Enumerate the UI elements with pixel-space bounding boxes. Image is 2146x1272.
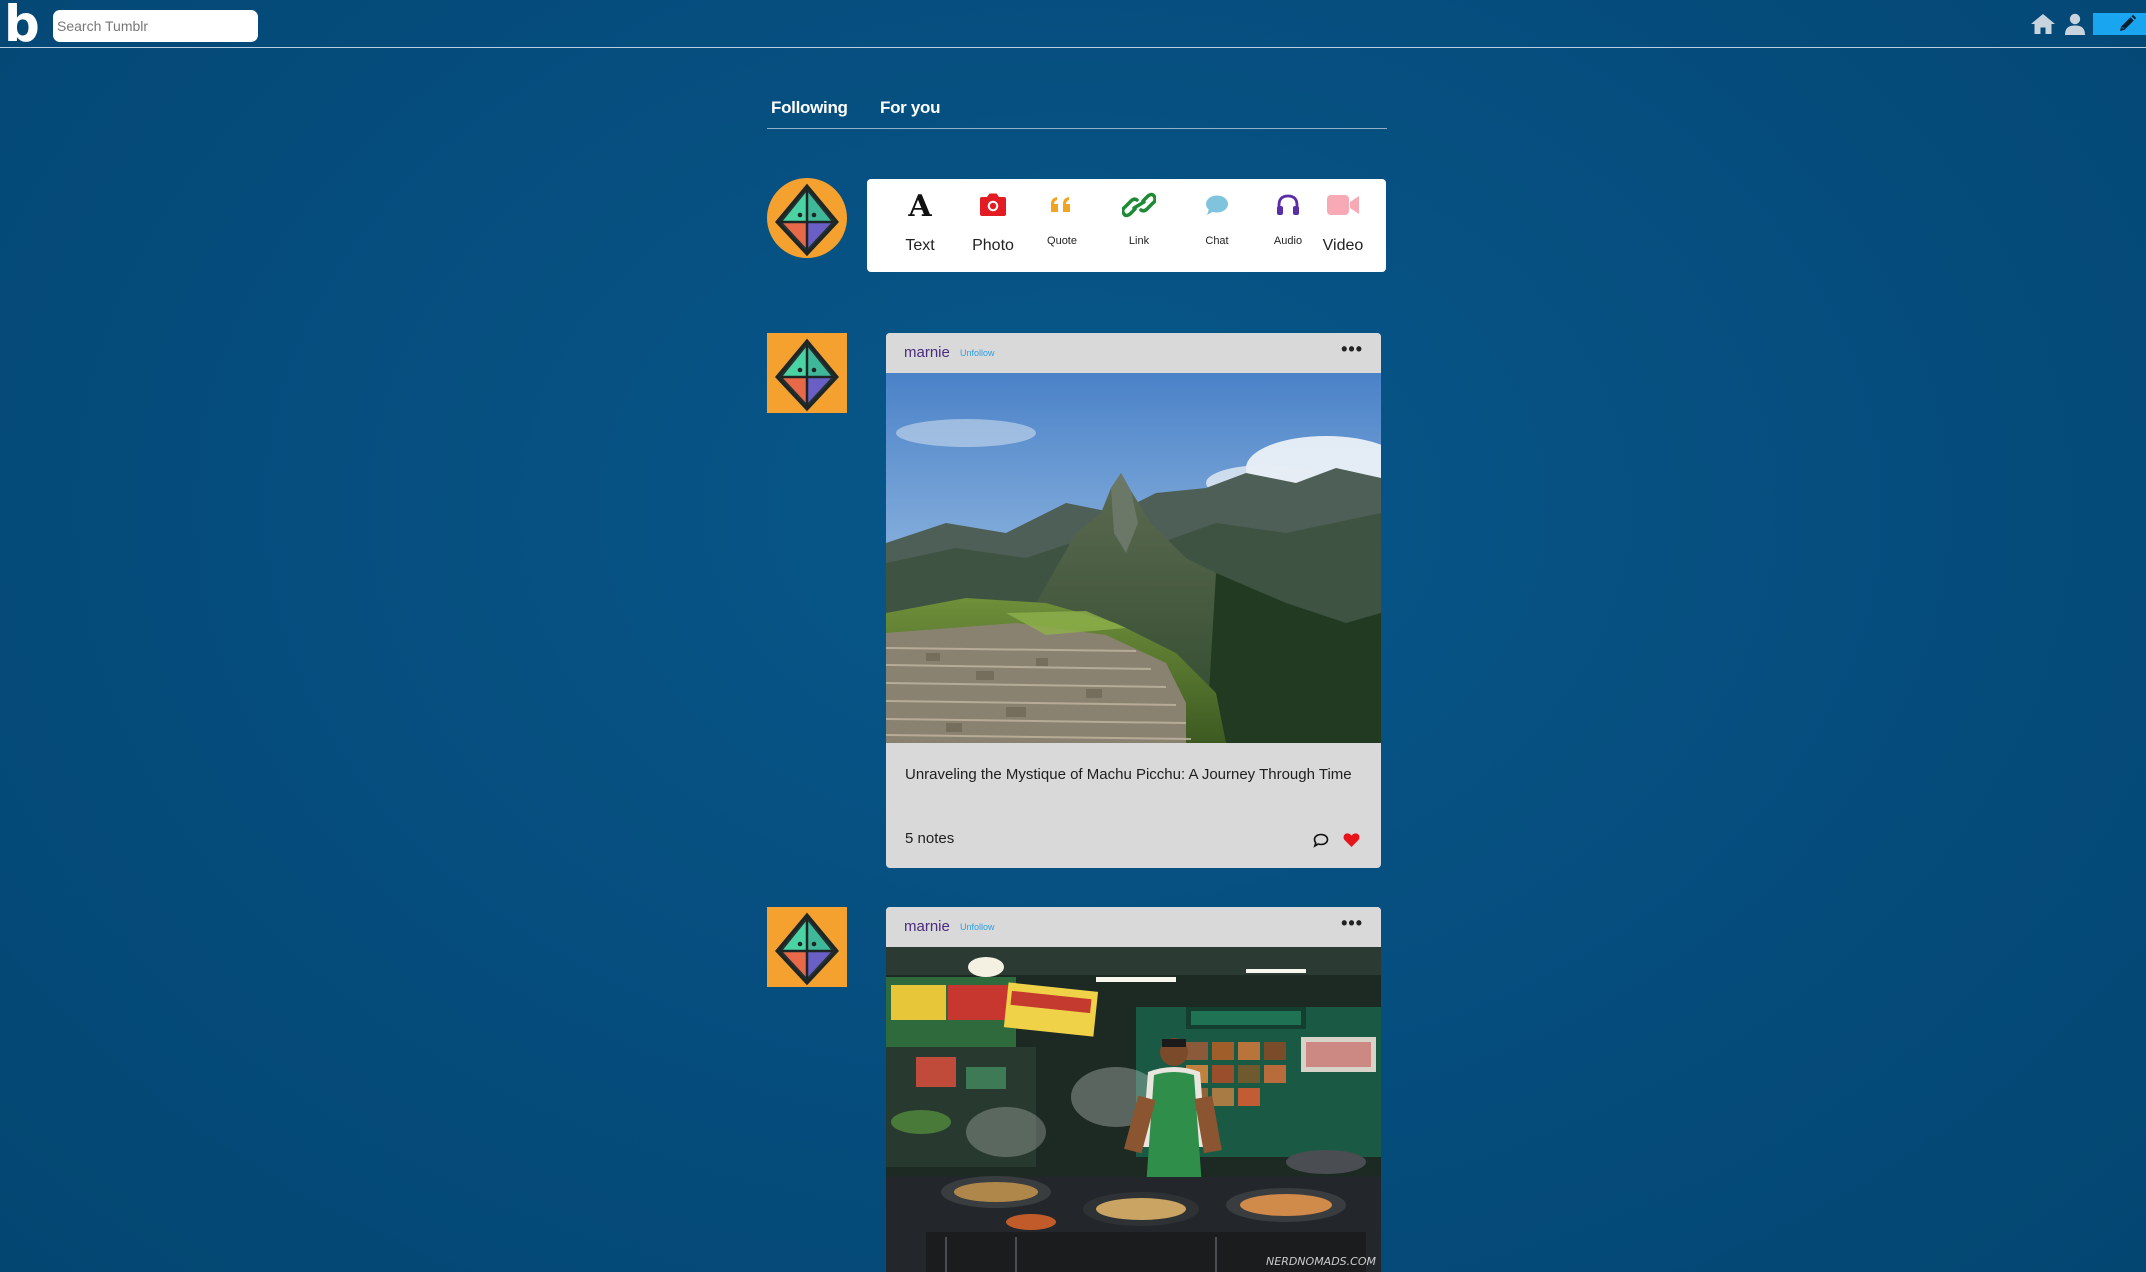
tab-for-you[interactable]: For you xyxy=(880,98,941,118)
quote-icon xyxy=(1051,197,1070,212)
logo[interactable]: b xyxy=(4,0,40,49)
post-card: marnie Unfollow ••• xyxy=(886,333,1381,868)
current-user-avatar[interactable] xyxy=(767,178,847,258)
photo-watermark: NERDNOMADS.COM xyxy=(1266,1255,1376,1268)
post-type-text[interactable]: A Text xyxy=(885,185,955,255)
top-navigation-bar: b xyxy=(0,0,2146,49)
post-header: marnie Unfollow ••• xyxy=(886,907,1381,947)
post-image[interactable] xyxy=(886,373,1381,743)
post-type-label: Chat xyxy=(1205,235,1229,247)
post-image[interactable]: NERDNOMADS.COM xyxy=(886,947,1381,1272)
post-type-photo[interactable]: Photo xyxy=(958,185,1028,255)
post-header: marnie Unfollow ••• xyxy=(886,333,1381,373)
feed-tabs: Following For you xyxy=(767,92,1387,129)
post-author-name[interactable]: marnie xyxy=(904,918,950,935)
post-notes-count[interactable]: 5 notes xyxy=(905,830,954,847)
post-body: Unraveling the Mystique of Machu Picchu:… xyxy=(886,743,1381,868)
tab-following[interactable]: Following xyxy=(771,98,848,118)
post-title: Unraveling the Mystique of Machu Picchu:… xyxy=(905,766,1352,783)
pencil-icon xyxy=(2120,14,2137,31)
more-options-icon[interactable]: ••• xyxy=(1341,339,1363,360)
post-author-avatar[interactable] xyxy=(767,333,847,413)
comment-icon[interactable] xyxy=(1313,833,1329,848)
post-type-label: Text xyxy=(905,237,935,254)
user-icon[interactable] xyxy=(2064,13,2086,35)
camera-icon xyxy=(980,193,1006,216)
post-author-name[interactable]: marnie xyxy=(904,344,950,361)
search-input[interactable] xyxy=(53,10,258,42)
post-type-video[interactable]: Video xyxy=(1308,185,1378,255)
post-author-avatar[interactable] xyxy=(767,907,847,987)
compose-button[interactable] xyxy=(2093,13,2146,35)
unfollow-link[interactable]: Unfollow xyxy=(960,348,995,358)
heart-icon[interactable] xyxy=(1343,832,1360,848)
home-icon[interactable] xyxy=(2030,13,2056,35)
post-type-link[interactable]: Link xyxy=(1104,185,1174,247)
post-type-label: Video xyxy=(1322,237,1364,254)
post-type-chat[interactable]: Chat xyxy=(1182,185,1252,247)
text-icon: A xyxy=(907,190,932,220)
video-icon xyxy=(1327,195,1359,215)
chat-icon xyxy=(1206,195,1228,215)
post-type-quote[interactable]: Quote xyxy=(1027,185,1097,247)
post-type-label: Quote xyxy=(1047,235,1077,247)
post-composer: A Text Photo Quote Link Chat Audio Video xyxy=(867,179,1386,272)
more-options-icon[interactable]: ••• xyxy=(1341,913,1363,934)
link-icon xyxy=(1122,192,1156,218)
post-type-label: Photo xyxy=(972,237,1014,254)
unfollow-link[interactable]: Unfollow xyxy=(960,922,995,932)
svg-text:A: A xyxy=(907,190,932,220)
post-type-label: Link xyxy=(1128,235,1150,247)
post-card: marnie Unfollow ••• xyxy=(886,907,1381,1272)
headphones-icon xyxy=(1277,194,1299,215)
